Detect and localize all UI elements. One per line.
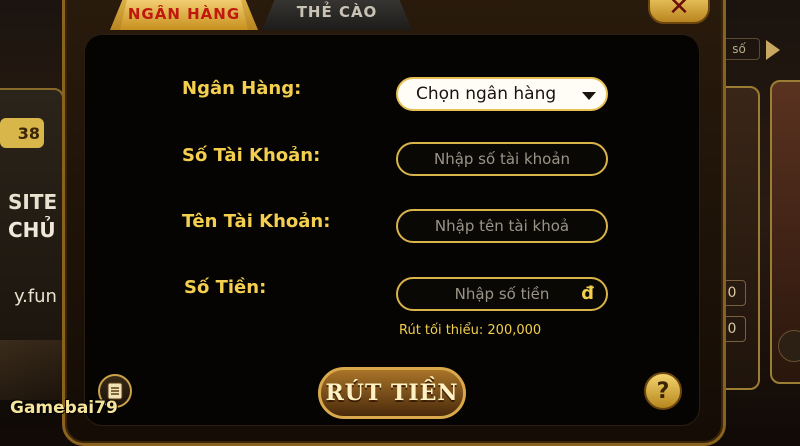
currency-dong-icon: đ (581, 283, 594, 304)
background-badge: 38 (0, 118, 44, 148)
background-decoration (0, 340, 70, 400)
bank-select-value: Chọn ngân hàng (416, 84, 557, 104)
amount-placeholder: Nhập số tiền (454, 285, 550, 303)
account-name-label: Tên Tài Khoản: (182, 211, 331, 232)
account-name-input[interactable]: Nhập tên tài khoả (396, 209, 608, 243)
help-button[interactable]: ? (644, 372, 682, 410)
minimum-withdraw-note: Rút tối thiểu: 200,000 (399, 323, 542, 338)
bank-select[interactable]: Chọn ngân hàng (396, 77, 608, 111)
withdraw-button[interactable]: RÚT TIỀN (318, 367, 466, 419)
tab-bank-label: NGÂN HÀNG (120, 0, 248, 30)
account-number-placeholder: Nhập số tài khoản (433, 150, 571, 168)
tab-card[interactable]: THẺ CÀO (262, 0, 412, 30)
tab-bank[interactable]: NGÂN HÀNG (110, 0, 258, 30)
arrow-right-icon (766, 40, 780, 60)
close-icon: ✕ (668, 0, 690, 22)
bank-label: Ngân Hàng: (182, 78, 302, 99)
background-text: y.fun (14, 286, 57, 307)
question-icon: ? (656, 378, 670, 404)
account-name-placeholder: Nhập tên tài khoả (434, 217, 570, 235)
watermark-logo: Gamebai79 (10, 398, 118, 418)
caret-down-icon (582, 92, 596, 100)
background-text: CHỦ (8, 218, 56, 242)
account-number-input[interactable]: Nhập số tài khoản (396, 142, 608, 176)
close-button[interactable]: ✕ (648, 0, 710, 24)
withdraw-button-label: RÚT TIỀN (325, 380, 459, 406)
amount-label: Số Tiền: (184, 277, 267, 298)
account-number-label: Số Tài Khoản: (182, 145, 321, 166)
background-text: SITE (8, 190, 58, 214)
amount-input[interactable]: Nhập số tiền đ (396, 277, 608, 311)
